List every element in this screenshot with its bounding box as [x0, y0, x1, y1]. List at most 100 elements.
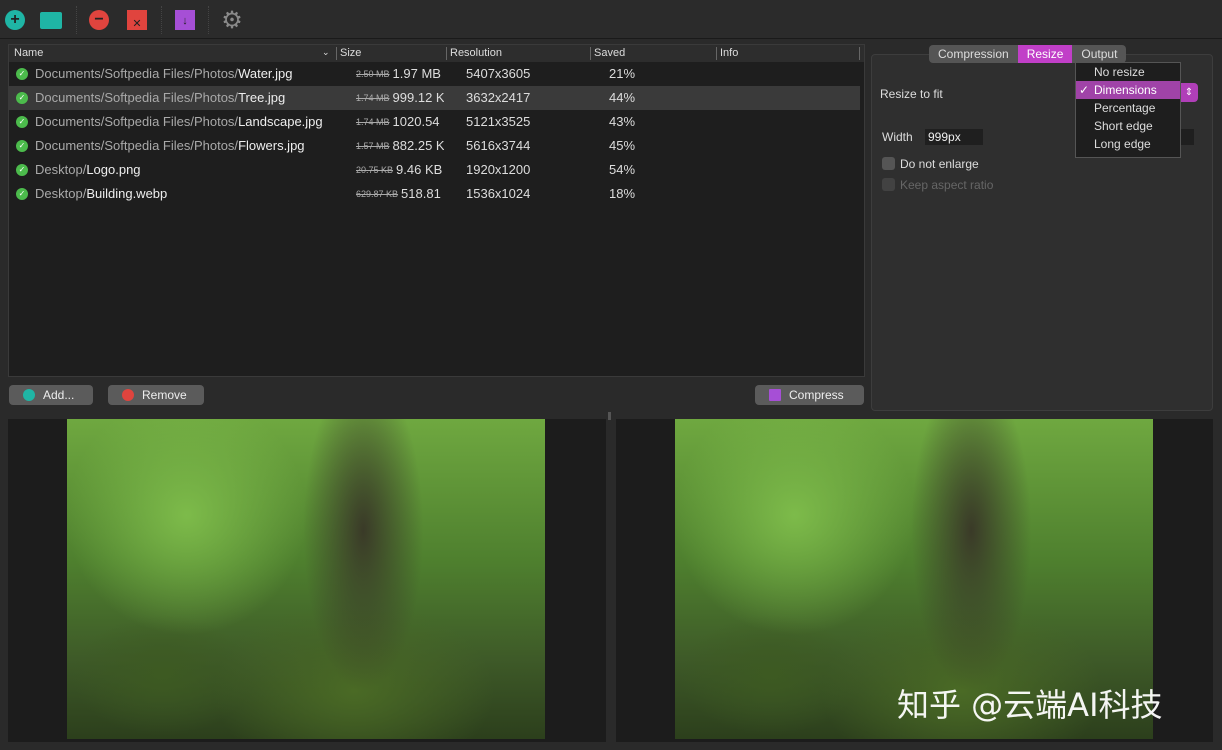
- check-icon: ✓: [16, 140, 28, 152]
- new-size: 1020.54 KB: [392, 114, 444, 129]
- file-path: Documents/Softpedia Files/Photos/Flowers…: [35, 134, 305, 158]
- remove-icon[interactable]: −: [88, 9, 110, 31]
- keep-aspect-checkbox[interactable]: [882, 178, 895, 191]
- original-size: 1.74 MB: [356, 93, 390, 103]
- check-icon: ✓: [16, 116, 28, 128]
- add-label: Add...: [43, 388, 75, 402]
- original-size: 2.50 MB: [356, 69, 390, 79]
- col-saved[interactable]: Saved: [594, 47, 625, 59]
- col-divider: [336, 47, 337, 60]
- menu-item-dimensions[interactable]: ✓ Dimensions: [1076, 81, 1180, 99]
- file-name: Building.webp: [86, 186, 168, 201]
- col-divider: [716, 47, 717, 60]
- remove-icon: [122, 389, 134, 401]
- split-handle[interactable]: [608, 412, 611, 420]
- compress-icon: [769, 389, 781, 401]
- col-divider: [446, 47, 447, 60]
- file-table: Name ⌄ Size Resolution Saved Info ✓ Docu…: [8, 44, 865, 377]
- do-not-enlarge-checkbox[interactable]: [882, 157, 895, 170]
- file-dir: Documents/Softpedia Files/Photos/: [35, 90, 239, 105]
- compress-icon[interactable]: ↓: [174, 9, 196, 31]
- separator: [161, 6, 162, 34]
- file-dir: Documents/Softpedia Files/Photos/: [35, 138, 239, 153]
- add-icon[interactable]: +: [4, 9, 26, 31]
- file-path: Documents/Softpedia Files/Photos/Water.j…: [35, 62, 293, 86]
- settings-icon[interactable]: ⚙: [221, 7, 243, 34]
- menu-item-percentage[interactable]: Percentage: [1076, 99, 1180, 117]
- menu-item-long-edge[interactable]: Long edge: [1076, 135, 1180, 153]
- file-dir: Documents/Softpedia Files/Photos/: [35, 114, 239, 129]
- col-size[interactable]: Size: [340, 47, 361, 59]
- updown-chevron-icon[interactable]: ⇕: [1180, 83, 1198, 102]
- original-size: 1.74 MB: [356, 117, 390, 127]
- file-name: Landscape.jpg: [238, 114, 323, 129]
- add-button[interactable]: Add...: [9, 385, 93, 405]
- resolution: 1920x1200: [466, 162, 531, 177]
- saved-percent: 44%: [609, 90, 636, 105]
- remove-button[interactable]: Remove: [108, 385, 204, 405]
- table-row[interactable]: ✓ Documents/Softpedia Files/Photos/Flowe…: [9, 134, 860, 158]
- separator: [76, 6, 77, 34]
- original-preview: [8, 419, 606, 742]
- tab-resize[interactable]: Resize: [1017, 45, 1073, 63]
- file-path: Desktop/Building.webp: [35, 182, 167, 206]
- original-image: [67, 419, 545, 739]
- file-path: Desktop/Logo.png: [35, 158, 141, 182]
- new-size: 9.46 KB: [396, 162, 443, 177]
- table-header: Name ⌄ Size Resolution Saved Info: [9, 45, 864, 62]
- col-divider: [859, 47, 860, 60]
- file-name: Water.jpg: [238, 66, 293, 81]
- check-icon: ✓: [16, 188, 28, 200]
- col-resolution[interactable]: Resolution: [450, 47, 502, 59]
- tab-output[interactable]: Output: [1072, 45, 1126, 63]
- table-row[interactable]: ✓ Documents/Softpedia Files/Photos/Lands…: [9, 110, 860, 134]
- compress-button[interactable]: Compress: [755, 385, 864, 405]
- original-size: 629.87 KB: [356, 189, 399, 199]
- saved-percent: 18%: [609, 186, 636, 201]
- check-icon: ✓: [16, 68, 28, 80]
- col-name[interactable]: Name: [14, 47, 43, 59]
- menu-item-no-resize[interactable]: No resize: [1076, 63, 1180, 81]
- checkmark-icon: ✓: [1079, 83, 1090, 97]
- file-dir: Documents/Softpedia Files/Photos/: [35, 66, 239, 81]
- file-dir: Desktop/: [35, 162, 87, 177]
- table-row[interactable]: ✓ Desktop/Logo.png 20.75 KB 9.46 KB 1920…: [9, 158, 860, 182]
- file-name: Logo.png: [86, 162, 141, 177]
- watermark: 知乎 @云端AI科技: [897, 686, 1163, 724]
- file-dir: Desktop/: [35, 186, 87, 201]
- resolution: 5407x3605: [466, 66, 531, 81]
- table-row[interactable]: ✓ Desktop/Building.webp 629.87 KB 518.81…: [9, 182, 860, 206]
- resolution: 5121x3525: [466, 114, 531, 129]
- tab-compression[interactable]: Compression: [929, 45, 1018, 63]
- saved-percent: 43%: [609, 114, 636, 129]
- settings-tabs: Compression Resize Output: [929, 45, 1127, 63]
- check-icon: ✓: [16, 164, 28, 176]
- width-input[interactable]: 999px: [925, 129, 983, 145]
- keep-aspect-label: Keep aspect ratio: [900, 178, 994, 192]
- file-path: Documents/Softpedia Files/Photos/Landsca…: [35, 110, 323, 134]
- table-row[interactable]: ✓ Documents/Softpedia Files/Photos/Water…: [9, 62, 860, 86]
- new-size: 518.81 KB: [401, 186, 444, 201]
- compress-label: Compress: [789, 388, 844, 402]
- file-name: Flowers.jpg: [238, 138, 305, 153]
- resolution: 1536x1024: [466, 186, 531, 201]
- col-info[interactable]: Info: [720, 47, 738, 59]
- table-row[interactable]: ✓ Documents/Softpedia Files/Photos/Tree.…: [9, 86, 860, 110]
- do-not-enlarge-label: Do not enlarge: [900, 157, 979, 171]
- menu-item-short-edge[interactable]: Short edge: [1076, 117, 1180, 135]
- saved-percent: 21%: [609, 66, 636, 81]
- separator: [208, 6, 209, 34]
- saved-percent: 54%: [609, 162, 636, 177]
- sort-chevron-icon[interactable]: ⌄: [322, 47, 330, 58]
- file-name: Tree.jpg: [238, 90, 286, 105]
- col-divider: [590, 47, 591, 60]
- resize-to-fit-label: Resize to fit: [880, 87, 943, 101]
- original-size: 1.57 MB: [356, 141, 390, 151]
- open-folder-icon[interactable]: [40, 9, 62, 31]
- saved-percent: 45%: [609, 138, 636, 153]
- new-size: 1.97 MB: [392, 66, 441, 81]
- clear-icon[interactable]: ✕: [126, 9, 148, 31]
- resize-mode-dropdown[interactable]: No resize ✓ Dimensions Percentage Short e…: [1075, 62, 1181, 158]
- new-size: 999.12 KB: [392, 90, 444, 105]
- menu-item-label: Dimensions: [1094, 83, 1157, 97]
